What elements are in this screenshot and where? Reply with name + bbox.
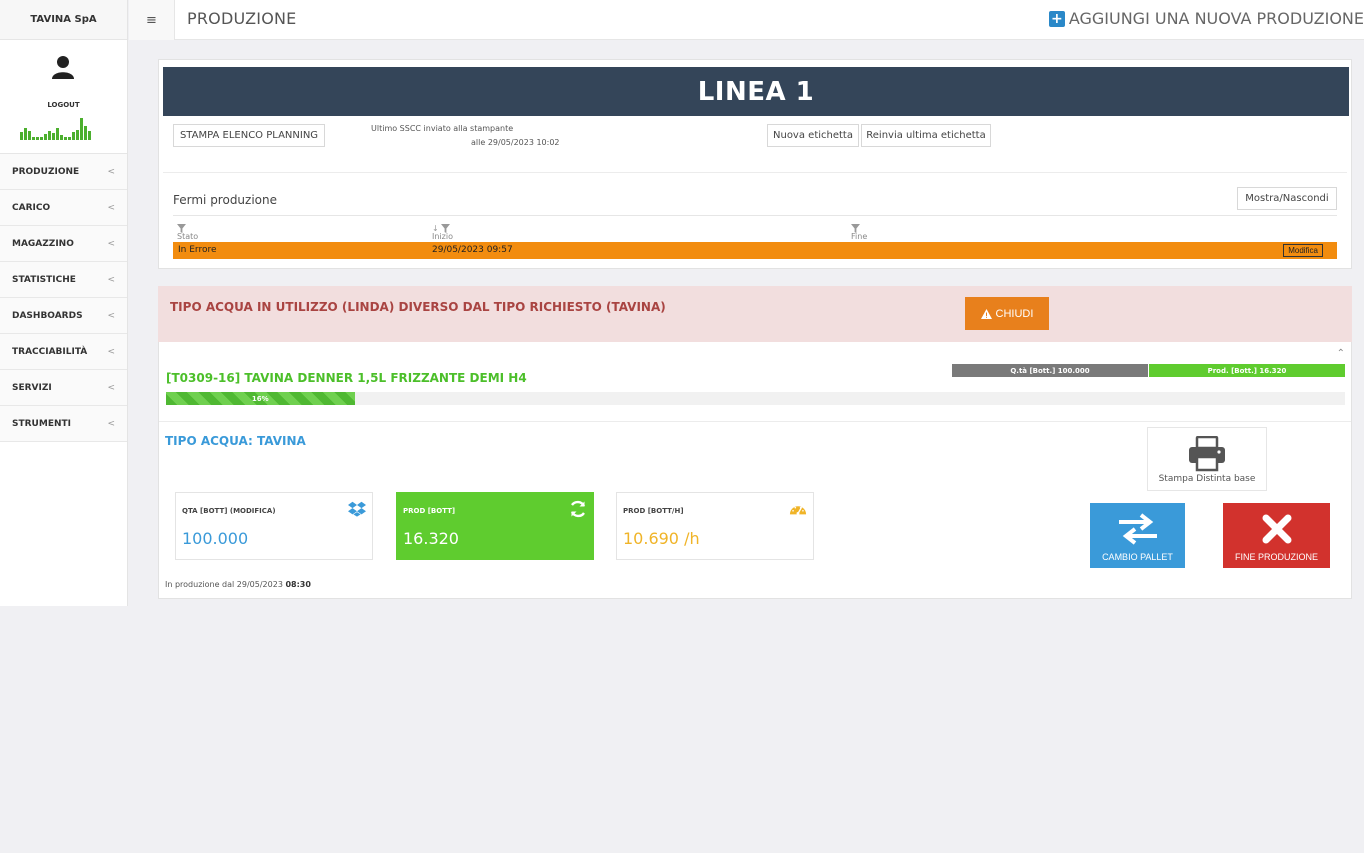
- line-title: LINEA 1: [163, 67, 1349, 116]
- close-x-icon: [1262, 514, 1291, 544]
- chevron-left-icon: <: [107, 238, 115, 249]
- sidebar-item-label: TRACCIABILITÀ: [12, 346, 88, 357]
- stops-title: Fermi produzione: [173, 193, 278, 207]
- production-since-prefix: In produzione dal 29/05/2023: [165, 580, 283, 589]
- production-since: In produzione dal 29/05/2023 08:30: [165, 580, 311, 589]
- print-bom-label: Stampa Distinta base: [1158, 474, 1256, 484]
- sidebar-item-magazzino[interactable]: MAGAZZINO <: [0, 226, 127, 262]
- close-alert-button[interactable]: CHIUDI: [965, 297, 1049, 330]
- resend-label-button[interactable]: Reinvia ultima etichetta: [861, 124, 991, 147]
- chevron-left-icon: <: [107, 346, 115, 357]
- change-pallet-button[interactable]: CAMBIO PALLET: [1090, 503, 1185, 568]
- end-production-label: FINE PRODUZIONE: [1234, 552, 1318, 562]
- column-header-start[interactable]: Inizio ↓: [432, 224, 453, 241]
- line-panel: LINEA 1 STAMPA ELENCO PLANNING Ultimo SS…: [158, 59, 1352, 269]
- chevron-left-icon: <: [107, 310, 115, 321]
- alert-message: TIPO ACQUA IN UTILIZZO (LINDA) DIVERSO D…: [170, 300, 666, 314]
- sidebar-item-dashboards[interactable]: DASHBOARDS <: [0, 298, 127, 334]
- rate-card: PROD [BOTT/H] 10.690 /h: [616, 492, 814, 560]
- user-icon: [52, 56, 74, 79]
- change-pallet-label: CAMBIO PALLET: [1102, 552, 1173, 562]
- sscc-status-line2: alle 29/05/2023 10:02: [471, 138, 560, 147]
- sidebar-item-label: SERVIZI: [12, 382, 52, 393]
- sidebar: TAVINA SpA LOGOUT PRODUZIONE < CARICO < MA…: [0, 0, 128, 606]
- dropbox-icon: [348, 501, 366, 517]
- activity-bars-icon: [20, 118, 91, 140]
- sidebar-item-strumenti[interactable]: STRUMENTI <: [0, 406, 127, 442]
- progress-fill: 16%: [166, 392, 355, 405]
- sidebar-item-tracciabilita[interactable]: TRACCIABILITÀ <: [0, 334, 127, 370]
- sidebar-item-statistiche[interactable]: STATISTICHE <: [0, 262, 127, 298]
- sidebar-item-label: CARICO: [12, 202, 51, 213]
- sidebar-item-label: PRODUZIONE: [12, 166, 80, 177]
- produced-card-label: PROD [BOTT]: [403, 507, 456, 515]
- production-since-time: 08:30: [285, 580, 311, 589]
- close-alert-label: CHIUDI: [995, 307, 1034, 320]
- page-title: PRODUZIONE: [187, 9, 297, 28]
- rate-card-value: 10.690 /h: [623, 529, 700, 548]
- rate-card-label: PROD [BOTT/H]: [623, 507, 684, 515]
- chevron-left-icon: <: [107, 418, 115, 429]
- column-label: Inizio: [432, 232, 453, 241]
- table-row[interactable]: In Errore 29/05/2023 09:57 Modifica: [173, 242, 1337, 259]
- dashboard-gauge-icon: [789, 506, 807, 515]
- sscc-status-line1: Ultimo SSCC inviato alla stampante: [371, 124, 514, 133]
- produced-card-value: 16.320: [403, 529, 459, 548]
- user-box: LOGOUT: [0, 40, 127, 154]
- quantity-card-label: QTA [BOTT] (MODIFICA): [182, 507, 276, 515]
- row-state: In Errore: [178, 245, 217, 255]
- product-title: [T0309-16] TAVINA DENNER 1,5L FRIZZANTE …: [166, 371, 527, 385]
- production-progress-bar: 16%: [166, 392, 1345, 405]
- sidebar-item-produzione[interactable]: PRODUZIONE <: [0, 154, 127, 190]
- add-production-button[interactable]: + AGGIUNGI UNA NUOVA PRODUZIONE: [1048, 9, 1364, 28]
- column-header-end[interactable]: Fine: [851, 224, 867, 241]
- column-label: Fine: [851, 232, 868, 241]
- quantity-card-value: 100.000: [182, 529, 249, 548]
- print-bom-button[interactable]: Stampa Distinta base: [1147, 427, 1267, 491]
- print-planning-button[interactable]: STAMPA ELENCO PLANNING: [173, 124, 325, 147]
- brand-name: TAVINA SpA: [0, 0, 127, 40]
- column-label: Stato: [177, 232, 199, 241]
- warning-icon: [980, 308, 992, 319]
- water-type-alert: TIPO ACQUA IN UTILIZZO (LINDA) DIVERSO D…: [158, 286, 1352, 342]
- quantity-badge: Q.tà [Bott.] 100.000: [952, 364, 1148, 377]
- sidebar-item-label: STATISTICHE: [12, 274, 76, 285]
- plus-square-icon: +: [1048, 10, 1065, 27]
- water-type-label: TIPO ACQUA: TAVINA: [165, 434, 306, 448]
- row-start: 29/05/2023 09:57: [432, 245, 513, 255]
- produced-badge: Prod. [Bott.] 16.320: [1149, 364, 1345, 377]
- new-label-button[interactable]: Nuova etichetta: [767, 124, 859, 147]
- production-panel: ⌃ Q.tà [Bott.] 100.000 Prod. [Bott.] 16.…: [158, 342, 1352, 599]
- chevron-left-icon: <: [107, 166, 115, 177]
- printer-icon: [1189, 436, 1225, 472]
- chevron-left-icon: <: [107, 382, 115, 393]
- quantity-card[interactable]: QTA [BOTT] (MODIFICA) 100.000: [175, 492, 373, 560]
- chevron-left-icon: <: [107, 202, 115, 213]
- hamburger-icon[interactable]: ≡: [129, 0, 175, 40]
- sidebar-item-label: DASHBOARDS: [12, 310, 83, 321]
- top-bar: ≡ PRODUZIONE + AGGIUNGI UNA NUOVA PRODUZ…: [129, 0, 1364, 40]
- sidebar-item-carico[interactable]: CARICO <: [0, 190, 127, 226]
- sidebar-item-servizi[interactable]: SERVIZI <: [0, 370, 127, 406]
- column-header-state[interactable]: Stato: [177, 224, 198, 241]
- swap-arrows-icon: [1118, 513, 1157, 545]
- divider: [163, 172, 1347, 173]
- logout-link[interactable]: LOGOUT: [0, 101, 127, 109]
- sidebar-item-label: MAGAZZINO: [12, 238, 74, 249]
- produced-card: PROD [BOTT] 16.320: [396, 492, 594, 560]
- refresh-icon[interactable]: [569, 500, 587, 518]
- stops-table-header: Stato Inizio ↓ Fine: [173, 215, 1337, 241]
- add-production-label: AGGIUNGI UNA NUOVA PRODUZIONE: [1068, 9, 1364, 28]
- divider: [159, 421, 1351, 422]
- sidebar-item-label: STRUMENTI: [12, 418, 71, 429]
- toggle-stops-button[interactable]: Mostra/Nascondi: [1237, 187, 1337, 210]
- edit-stop-button[interactable]: Modifica: [1283, 244, 1323, 257]
- chevron-left-icon: <: [107, 274, 115, 285]
- end-production-button[interactable]: FINE PRODUZIONE: [1223, 503, 1330, 568]
- chevron-up-icon[interactable]: ⌃: [1337, 348, 1345, 359]
